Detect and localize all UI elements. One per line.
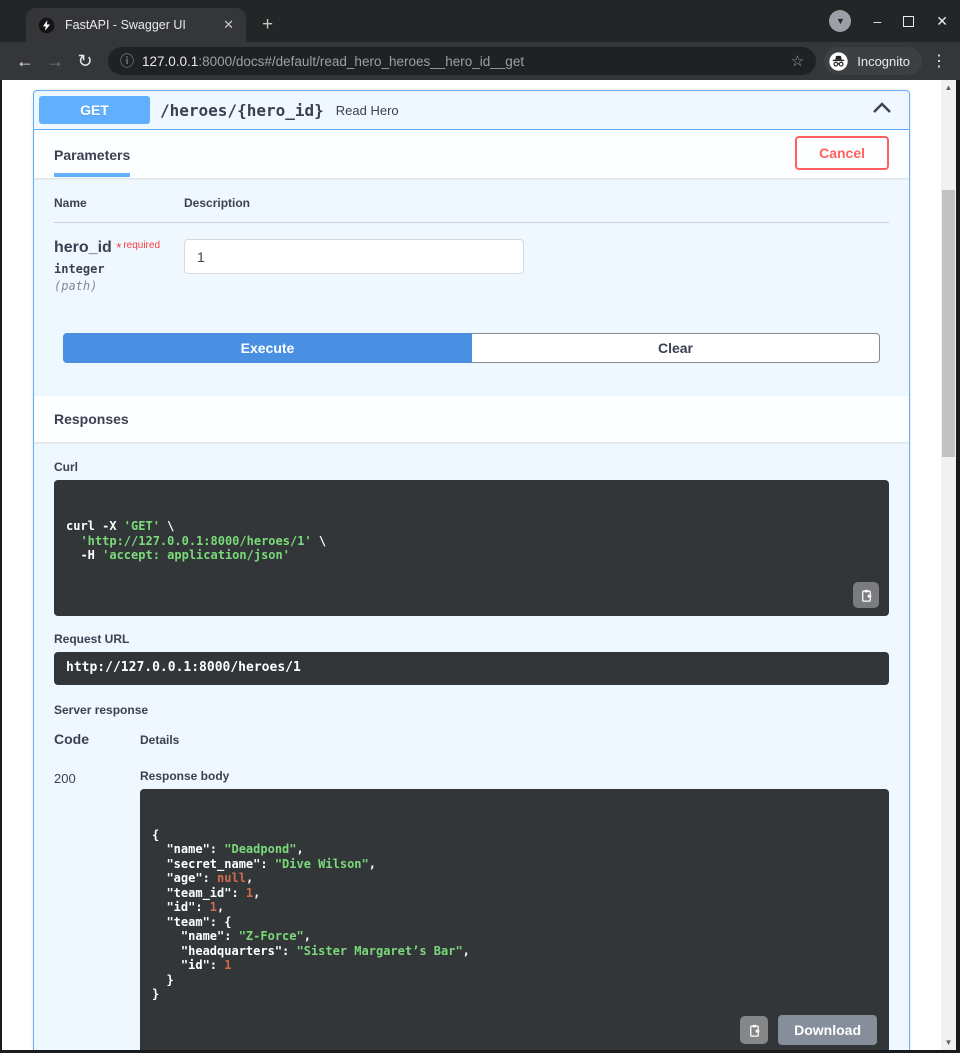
tab-title: FastAPI - Swagger UI <box>65 18 221 32</box>
column-header-code: Code <box>54 731 140 747</box>
browser-toolbar: ← → ↻ ⓘ 127.0.0.1:8000/docs#/default/rea… <box>0 42 960 80</box>
browser-tab[interactable]: FastAPI - Swagger UI ✕ <box>26 8 246 42</box>
url-bar[interactable]: ⓘ 127.0.0.1:8000/docs#/default/read_hero… <box>108 47 816 75</box>
window-close-button[interactable]: ✕ <box>936 13 948 30</box>
browser-chrome: FastAPI - Swagger UI ✕ + ▼ – ✕ ← → ↻ ⓘ 1… <box>0 0 960 80</box>
scroll-down-icon[interactable]: ▼ <box>941 1035 956 1050</box>
curl-command-block: curl -X 'GET' \ 'http://127.0.0.1:8000/h… <box>54 480 889 616</box>
endpoint-summary: Read Hero <box>336 103 399 118</box>
download-button[interactable]: Download <box>778 1015 877 1045</box>
url-path: :8000/docs#/default/read_hero_heroes__he… <box>198 54 524 69</box>
request-url-label: Request URL <box>54 632 889 646</box>
bookmark-star-icon[interactable]: ☆ <box>791 52 804 70</box>
maximize-button[interactable] <box>903 16 914 27</box>
server-response-label: Server response <box>54 703 889 717</box>
responses-title: Responses <box>54 411 889 427</box>
parameters-table: Name Description hero_id *required integ… <box>34 178 909 315</box>
responses-body: Curl curl -X 'GET' \ 'http://127.0.0.1:8… <box>34 442 909 1050</box>
parameter-row-hero-id: hero_id *required integer (path) <box>54 223 889 315</box>
status-code: 200 <box>54 769 140 1051</box>
execute-button[interactable]: Execute <box>63 333 472 363</box>
required-star: * <box>116 240 121 255</box>
column-header-name: Name <box>54 196 184 210</box>
incognito-badge: Incognito <box>824 47 922 75</box>
tab-close-icon[interactable]: ✕ <box>221 17 236 33</box>
clear-button[interactable]: Clear <box>472 333 880 363</box>
browser-menu-icon[interactable]: ⋮ <box>928 51 950 71</box>
collapse-chevron-icon[interactable] <box>872 101 892 119</box>
scroll-up-icon[interactable]: ▲ <box>941 80 956 95</box>
tab-parameters[interactable]: Parameters <box>54 131 130 177</box>
new-tab-icon[interactable]: + <box>262 15 273 34</box>
incognito-icon <box>828 51 849 72</box>
param-type: integer <box>54 262 184 276</box>
swagger-page: GET /heroes/{hero_id} Read Hero Paramete… <box>2 80 941 1050</box>
favicon-fastapi-icon <box>38 17 55 34</box>
param-name: hero_id <box>54 239 112 256</box>
column-header-description: Description <box>184 196 250 210</box>
copy-curl-button[interactable] <box>853 582 879 608</box>
tab-strip: FastAPI - Swagger UI ✕ + ▼ – ✕ <box>0 0 960 42</box>
opblock-get-read-hero: GET /heroes/{hero_id} Read Hero Paramete… <box>33 90 910 1050</box>
curl-label: Curl <box>54 460 889 474</box>
request-url-block: http://127.0.0.1:8000/heroes/1 <box>54 652 889 685</box>
server-response-row: 200 Response body { "name": "Deadpond", … <box>54 769 889 1051</box>
required-label: required <box>123 240 160 251</box>
copy-response-button[interactable] <box>740 1016 768 1044</box>
cancel-button[interactable]: Cancel <box>795 136 889 170</box>
scrollbar-thumb[interactable] <box>942 190 955 457</box>
page-info-icon[interactable]: ⓘ <box>120 51 134 71</box>
column-header-details: Details <box>140 731 179 747</box>
forward-icon[interactable]: → <box>40 51 70 72</box>
param-location: (path) <box>54 279 184 293</box>
browser-update-icon[interactable]: ▼ <box>829 10 851 32</box>
reload-icon[interactable]: ↻ <box>70 51 100 72</box>
minimize-button[interactable]: – <box>873 13 881 29</box>
response-body-label: Response body <box>140 769 889 783</box>
parameters-header: Parameters Cancel <box>34 130 909 178</box>
hero-id-input[interactable] <box>184 239 524 274</box>
execute-wrapper: Execute Clear <box>34 315 909 396</box>
incognito-label: Incognito <box>857 54 910 69</box>
endpoint-path: /heroes/{hero_id} <box>160 101 324 120</box>
responses-header: Responses <box>34 396 909 442</box>
url-host: 127.0.0.1 <box>142 54 198 69</box>
back-icon[interactable]: ← <box>10 51 40 72</box>
page-scrollbar[interactable]: ▲ ▼ <box>941 80 956 1050</box>
endpoint-summary-row[interactable]: GET /heroes/{hero_id} Read Hero <box>34 91 909 130</box>
http-method-badge: GET <box>39 96 150 124</box>
window-frame-edge <box>956 80 960 1050</box>
response-body-block: { "name": "Deadpond", "secret_name": "Di… <box>140 789 889 1051</box>
